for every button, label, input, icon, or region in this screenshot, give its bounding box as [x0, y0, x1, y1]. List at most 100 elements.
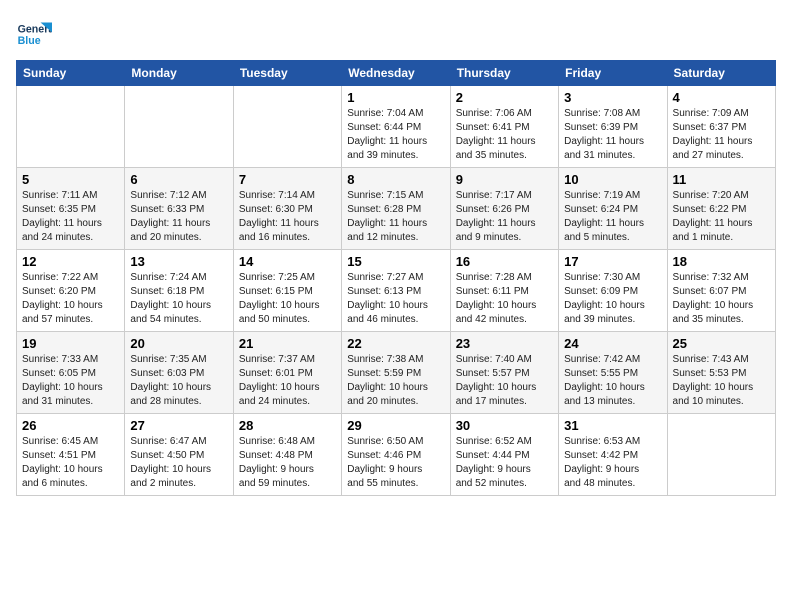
- calendar-cell: 22 Sunrise: 7:38 AM Sunset: 5:59 PM Dayli…: [342, 332, 450, 414]
- calendar-cell: 7 Sunrise: 7:14 AM Sunset: 6:30 PM Daylig…: [233, 168, 341, 250]
- day-number: 4: [673, 90, 770, 105]
- day-number: 29: [347, 418, 444, 433]
- day-number: 12: [22, 254, 119, 269]
- calendar-cell: [233, 86, 341, 168]
- day-info: Sunrise: 7:06 AM Sunset: 6:41 PM Dayligh…: [456, 107, 553, 163]
- calendar-cell: 2 Sunrise: 7:06 AM Sunset: 6:41 PM Daylig…: [450, 86, 558, 168]
- calendar-cell: 28Sunrise: 6:48 AM Sunset: 4:48 PM Dayli…: [233, 414, 341, 496]
- calendar-header-thursday: Thursday: [450, 61, 558, 86]
- day-number: 9: [456, 172, 553, 187]
- day-info: Sunrise: 7:22 AM Sunset: 6:20 PM Dayligh…: [22, 271, 119, 327]
- day-info: Sunrise: 7:43 AM Sunset: 5:53 PM Dayligh…: [673, 353, 770, 409]
- day-info: Sunrise: 6:45 AM Sunset: 4:51 PM Dayligh…: [22, 435, 119, 491]
- calendar-header-friday: Friday: [559, 61, 667, 86]
- day-info: Sunrise: 7:15 AM Sunset: 6:28 PM Dayligh…: [347, 189, 444, 245]
- day-number: 10: [564, 172, 661, 187]
- day-info: Sunrise: 7:33 AM Sunset: 6:05 PM Dayligh…: [22, 353, 119, 409]
- day-info: Sunrise: 7:12 AM Sunset: 6:33 PM Dayligh…: [130, 189, 227, 245]
- day-number: 6: [130, 172, 227, 187]
- day-number: 15: [347, 254, 444, 269]
- calendar-cell: 6 Sunrise: 7:12 AM Sunset: 6:33 PM Daylig…: [125, 168, 233, 250]
- calendar-cell: 3 Sunrise: 7:08 AM Sunset: 6:39 PM Daylig…: [559, 86, 667, 168]
- day-info: Sunrise: 7:24 AM Sunset: 6:18 PM Dayligh…: [130, 271, 227, 327]
- day-number: 20: [130, 336, 227, 351]
- day-info: Sunrise: 7:35 AM Sunset: 6:03 PM Dayligh…: [130, 353, 227, 409]
- calendar-cell: 13 Sunrise: 7:24 AM Sunset: 6:18 PM Dayli…: [125, 250, 233, 332]
- day-number: 19: [22, 336, 119, 351]
- calendar-cell: 4Sunrise: 7:09 AM Sunset: 6:37 PM Daylig…: [667, 86, 775, 168]
- logo: General Blue: [16, 16, 52, 52]
- calendar-week-3: 12 Sunrise: 7:22 AM Sunset: 6:20 PM Dayli…: [17, 250, 776, 332]
- calendar-cell: 31 Sunrise: 6:53 AM Sunset: 4:42 PM Dayli…: [559, 414, 667, 496]
- calendar-cell: 24 Sunrise: 7:42 AM Sunset: 5:55 PM Dayli…: [559, 332, 667, 414]
- calendar-week-5: 26 Sunrise: 6:45 AM Sunset: 4:51 PM Dayli…: [17, 414, 776, 496]
- calendar-header-tuesday: Tuesday: [233, 61, 341, 86]
- day-number: 21: [239, 336, 336, 351]
- calendar-cell: 1 Sunrise: 7:04 AM Sunset: 6:44 PM Daylig…: [342, 86, 450, 168]
- day-info: Sunrise: 7:20 AM Sunset: 6:22 PM Dayligh…: [673, 189, 770, 245]
- calendar-cell: 14Sunrise: 7:25 AM Sunset: 6:15 PM Dayli…: [233, 250, 341, 332]
- calendar-cell: [17, 86, 125, 168]
- day-info: Sunrise: 7:14 AM Sunset: 6:30 PM Dayligh…: [239, 189, 336, 245]
- day-info: Sunrise: 6:53 AM Sunset: 4:42 PM Dayligh…: [564, 435, 661, 491]
- day-number: 28: [239, 418, 336, 433]
- day-number: 22: [347, 336, 444, 351]
- calendar-cell: 5 Sunrise: 7:11 AM Sunset: 6:35 PM Daylig…: [17, 168, 125, 250]
- day-number: 2: [456, 90, 553, 105]
- day-number: 31: [564, 418, 661, 433]
- day-info: Sunrise: 7:17 AM Sunset: 6:26 PM Dayligh…: [456, 189, 553, 245]
- day-number: 16: [456, 254, 553, 269]
- calendar-cell: 21 Sunrise: 7:37 AM Sunset: 6:01 PM Dayli…: [233, 332, 341, 414]
- calendar-cell: 23 Sunrise: 7:40 AM Sunset: 5:57 PM Dayli…: [450, 332, 558, 414]
- day-number: 25: [673, 336, 770, 351]
- calendar-week-2: 5 Sunrise: 7:11 AM Sunset: 6:35 PM Daylig…: [17, 168, 776, 250]
- day-number: 26: [22, 418, 119, 433]
- day-info: Sunrise: 7:32 AM Sunset: 6:07 PM Dayligh…: [673, 271, 770, 327]
- calendar-cell: 19 Sunrise: 7:33 AM Sunset: 6:05 PM Dayli…: [17, 332, 125, 414]
- day-number: 11: [673, 172, 770, 187]
- day-number: 17: [564, 254, 661, 269]
- day-info: Sunrise: 7:37 AM Sunset: 6:01 PM Dayligh…: [239, 353, 336, 409]
- day-number: 1: [347, 90, 444, 105]
- day-number: 13: [130, 254, 227, 269]
- calendar-cell: 20 Sunrise: 7:35 AM Sunset: 6:03 PM Dayli…: [125, 332, 233, 414]
- day-info: Sunrise: 7:19 AM Sunset: 6:24 PM Dayligh…: [564, 189, 661, 245]
- day-number: 8: [347, 172, 444, 187]
- calendar-cell: 26 Sunrise: 6:45 AM Sunset: 4:51 PM Dayli…: [17, 414, 125, 496]
- calendar-cell: 25 Sunrise: 7:43 AM Sunset: 5:53 PM Dayli…: [667, 332, 775, 414]
- svg-text:Blue: Blue: [18, 35, 41, 47]
- calendar-header-sunday: Sunday: [17, 61, 125, 86]
- day-number: 23: [456, 336, 553, 351]
- day-number: 18: [673, 254, 770, 269]
- calendar-cell: 11 Sunrise: 7:20 AM Sunset: 6:22 PM Dayli…: [667, 168, 775, 250]
- day-number: 24: [564, 336, 661, 351]
- day-info: Sunrise: 7:08 AM Sunset: 6:39 PM Dayligh…: [564, 107, 661, 163]
- calendar-cell: 17 Sunrise: 7:30 AM Sunset: 6:09 PM Dayli…: [559, 250, 667, 332]
- calendar-cell: 16 Sunrise: 7:28 AM Sunset: 6:11 PM Dayli…: [450, 250, 558, 332]
- day-info: Sunrise: 7:42 AM Sunset: 5:55 PM Dayligh…: [564, 353, 661, 409]
- calendar-cell: [125, 86, 233, 168]
- calendar-table: SundayMondayTuesdayWednesdayThursdayFrid…: [16, 60, 776, 496]
- calendar-cell: [667, 414, 775, 496]
- day-info: Sunrise: 7:40 AM Sunset: 5:57 PM Dayligh…: [456, 353, 553, 409]
- day-info: Sunrise: 7:28 AM Sunset: 6:11 PM Dayligh…: [456, 271, 553, 327]
- day-number: 3: [564, 90, 661, 105]
- day-number: 30: [456, 418, 553, 433]
- calendar-header-monday: Monday: [125, 61, 233, 86]
- calendar-cell: 27Sunrise: 6:47 AM Sunset: 4:50 PM Dayli…: [125, 414, 233, 496]
- calendar-week-1: 1 Sunrise: 7:04 AM Sunset: 6:44 PM Daylig…: [17, 86, 776, 168]
- calendar-cell: 30Sunrise: 6:52 AM Sunset: 4:44 PM Dayli…: [450, 414, 558, 496]
- day-info: Sunrise: 7:38 AM Sunset: 5:59 PM Dayligh…: [347, 353, 444, 409]
- calendar-cell: 18 Sunrise: 7:32 AM Sunset: 6:07 PM Dayli…: [667, 250, 775, 332]
- day-number: 27: [130, 418, 227, 433]
- day-info: Sunrise: 7:30 AM Sunset: 6:09 PM Dayligh…: [564, 271, 661, 327]
- day-number: 14: [239, 254, 336, 269]
- day-number: 7: [239, 172, 336, 187]
- day-number: 5: [22, 172, 119, 187]
- calendar-cell: 29Sunrise: 6:50 AM Sunset: 4:46 PM Dayli…: [342, 414, 450, 496]
- calendar-cell: 12 Sunrise: 7:22 AM Sunset: 6:20 PM Dayli…: [17, 250, 125, 332]
- day-info: Sunrise: 7:11 AM Sunset: 6:35 PM Dayligh…: [22, 189, 119, 245]
- calendar-cell: 8 Sunrise: 7:15 AM Sunset: 6:28 PM Daylig…: [342, 168, 450, 250]
- day-info: Sunrise: 7:04 AM Sunset: 6:44 PM Dayligh…: [347, 107, 444, 163]
- calendar-week-4: 19 Sunrise: 7:33 AM Sunset: 6:05 PM Dayli…: [17, 332, 776, 414]
